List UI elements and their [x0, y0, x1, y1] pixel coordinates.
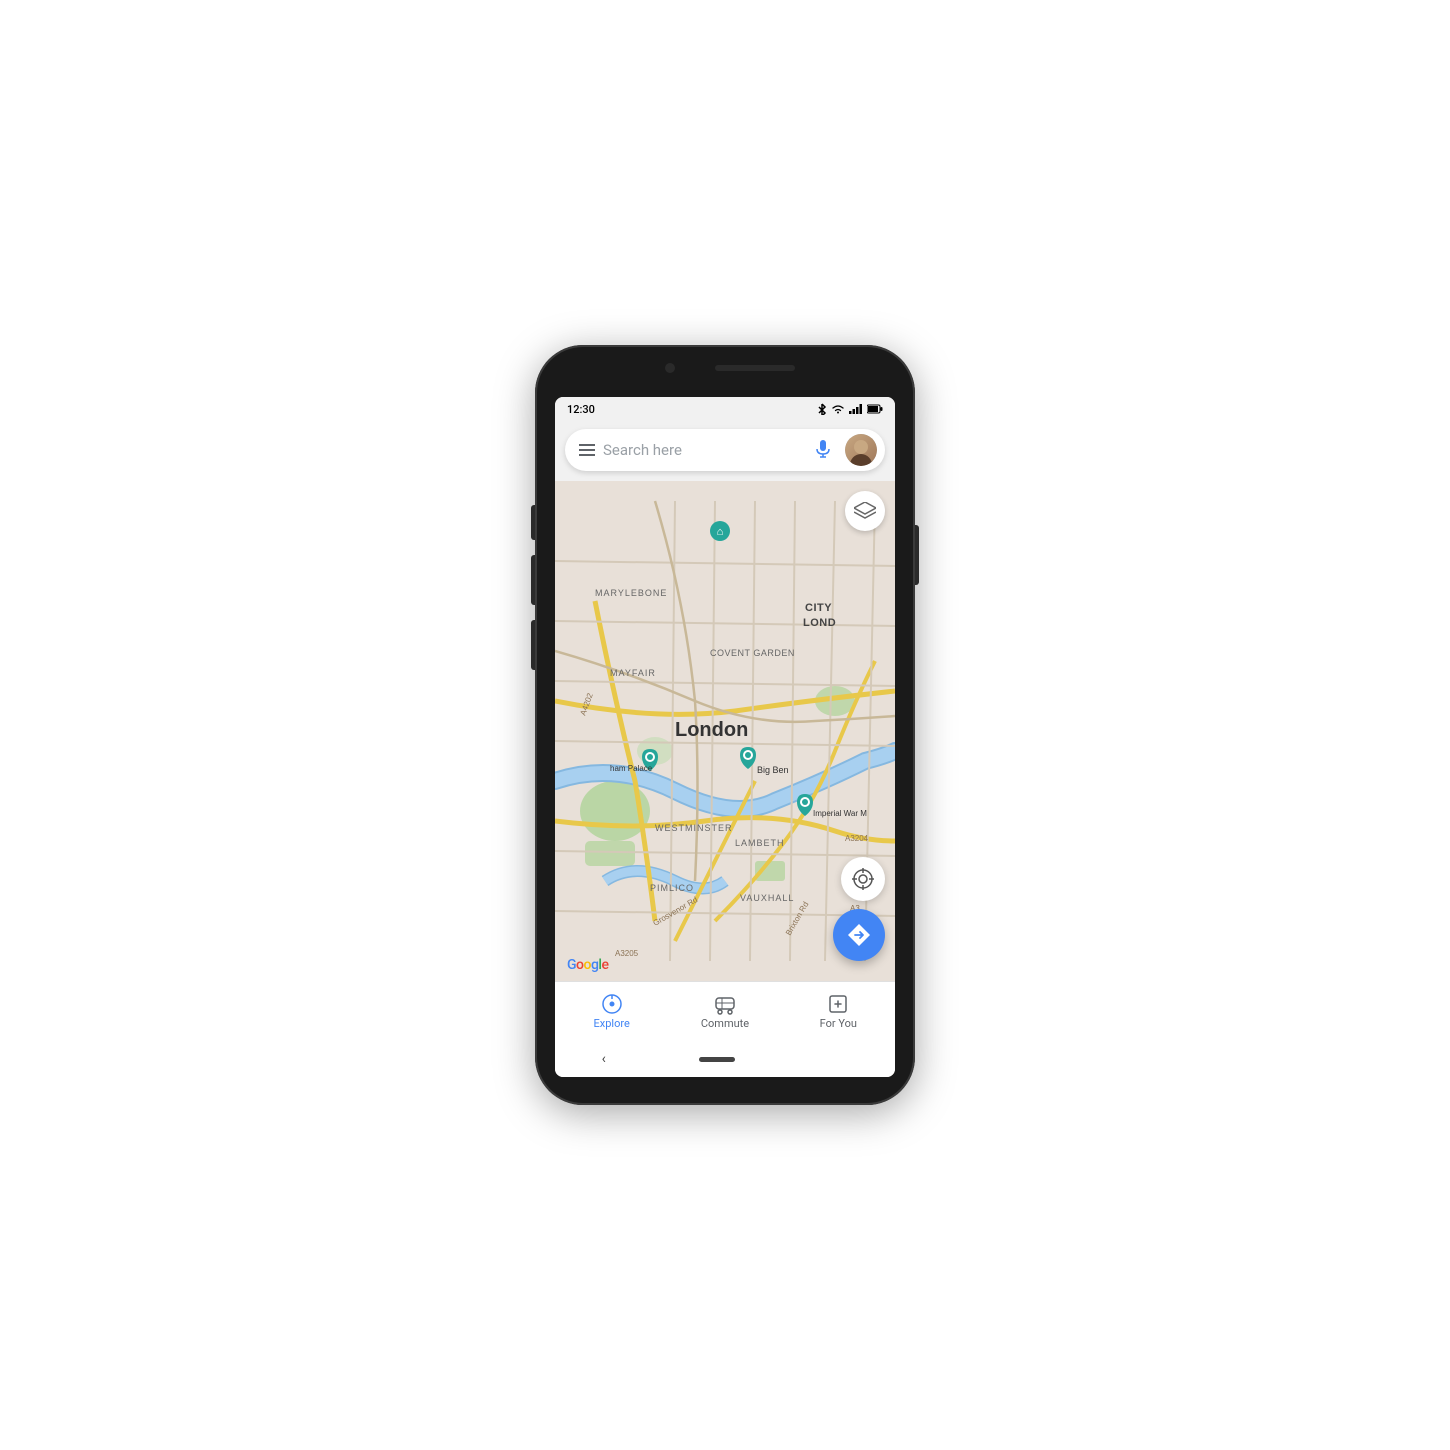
status-icons: [817, 403, 883, 415]
for-you-label: For You: [820, 1017, 857, 1030]
layers-button[interactable]: [845, 491, 885, 531]
svg-text:CITY: CITY: [805, 602, 832, 614]
search-placeholder: Search here: [603, 441, 801, 459]
svg-text:London: London: [675, 719, 748, 741]
phone-device: 12:30: [535, 345, 915, 1105]
nav-item-for-you[interactable]: For You: [782, 993, 895, 1030]
svg-text:ham Palace: ham Palace: [610, 764, 653, 773]
volume-up-button: [531, 505, 535, 540]
layers-icon: [854, 502, 876, 520]
svg-text:MARYLEBONE: MARYLEBONE: [595, 588, 667, 598]
svg-text:VAUXHALL: VAUXHALL: [740, 893, 794, 903]
volume-down-button: [531, 555, 535, 605]
directions-button[interactable]: [833, 909, 885, 961]
svg-text:Imperial War M: Imperial War M: [813, 809, 867, 818]
svg-text:LAMBETH: LAMBETH: [735, 838, 785, 848]
location-icon: [852, 868, 874, 890]
mic-button[interactable]: [809, 436, 837, 464]
user-avatar[interactable]: [845, 434, 877, 466]
menu-button[interactable]: [579, 444, 595, 456]
svg-text:WESTMINSTER: WESTMINSTER: [655, 823, 733, 833]
directions-icon: [846, 922, 872, 948]
status-bar: 12:30: [555, 397, 895, 421]
android-home-button[interactable]: [699, 1057, 735, 1062]
for-you-icon: [827, 993, 849, 1015]
commute-label: Commute: [701, 1017, 749, 1030]
svg-text:Big Ben: Big Ben: [757, 765, 789, 775]
battery-icon: [867, 404, 883, 414]
nav-item-commute[interactable]: Commute: [668, 993, 781, 1030]
explore-icon: [601, 993, 623, 1015]
commute-icon: [714, 993, 736, 1015]
android-back-button[interactable]: ‹: [602, 1051, 606, 1067]
svg-text:COVENT GARDEN: COVENT GARDEN: [710, 648, 795, 658]
svg-text:LOND: LOND: [803, 617, 836, 629]
map-svg: MARYLEBONE MAYFAIR COVENT GARDEN CITY LO…: [555, 481, 895, 981]
svg-text:MAYFAIR: MAYFAIR: [610, 668, 656, 678]
map-area[interactable]: MARYLEBONE MAYFAIR COVENT GARDEN CITY LO…: [555, 481, 895, 981]
android-nav: ‹: [555, 1041, 895, 1077]
phone-camera: [665, 363, 675, 373]
my-location-button[interactable]: [841, 857, 885, 901]
explore-label: Explore: [594, 1017, 630, 1030]
search-bar-container: Search here: [555, 421, 895, 481]
svg-text:PIMLICO: PIMLICO: [650, 883, 694, 893]
svg-text:⌂: ⌂: [717, 526, 724, 538]
bluetooth-icon: [817, 403, 827, 415]
signal-icon: [849, 404, 863, 414]
search-bar[interactable]: Search here: [565, 429, 885, 471]
mute-button: [531, 620, 535, 670]
phone-speaker: [715, 365, 795, 371]
bottom-nav: Explore Commute Fo: [555, 981, 895, 1041]
phone-screen: 12:30: [555, 397, 895, 1077]
svg-text:A3204: A3204: [845, 834, 869, 843]
nav-item-explore[interactable]: Explore: [555, 993, 668, 1030]
wifi-icon: [831, 404, 845, 414]
svg-text:A3205: A3205: [615, 949, 639, 958]
power-button: [915, 525, 919, 585]
status-time: 12:30: [567, 403, 595, 416]
google-logo: Google: [567, 957, 608, 973]
